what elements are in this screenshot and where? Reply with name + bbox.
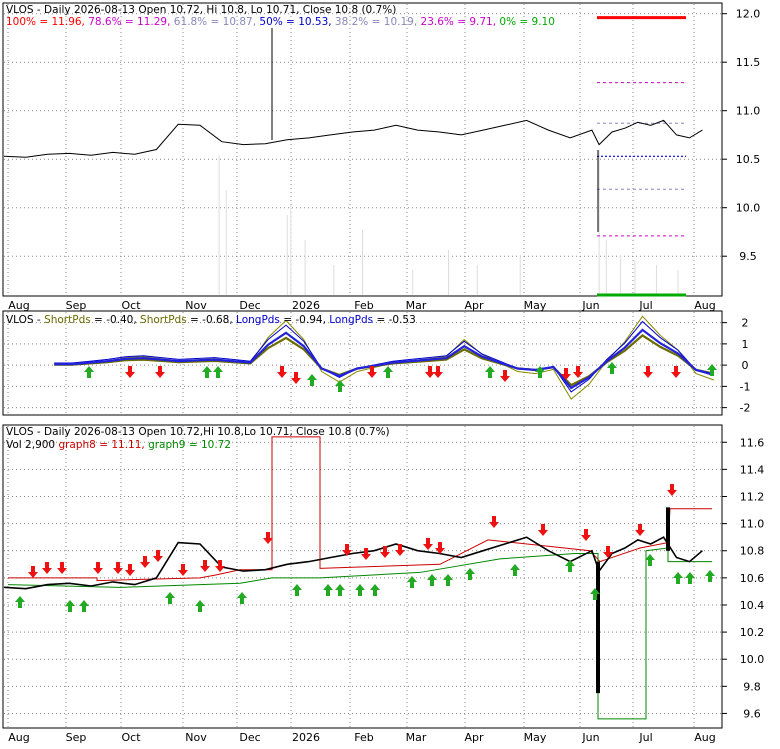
signal-ytick-label: 11.2 (740, 491, 765, 504)
signal-xtick-label: Jul (638, 731, 652, 744)
osc-ytick-label: -1 (740, 380, 751, 393)
signal-legend-entry: Vol 2,900 (6, 439, 55, 451)
signal-ytick-label: 10.4 (740, 599, 765, 612)
osc-title-part: = -0.40, (91, 314, 140, 326)
price-xtick-label: Oct (121, 299, 141, 312)
signal-xtick-label: Feb (354, 731, 373, 744)
fib-legend-entry: 0% = 9.10 (496, 16, 555, 28)
fibonacci-legend: 100% = 11.96, 78.6% = 11.29, 61.8% = 10.… (6, 16, 555, 28)
signal-panel-legend: Vol 2,900 graph8 = 11.11, graph9 = 10.72 (6, 439, 231, 451)
price-xtick-label: May (524, 299, 547, 312)
signal-legend-entry: graph9 = 10.72 (145, 439, 231, 451)
price-xtick-label: Feb (354, 299, 373, 312)
osc-ytick-label: 0 (742, 359, 749, 372)
signal-ytick-label: 10.8 (740, 545, 765, 558)
signal-ytick-label: 10.6 (740, 572, 765, 585)
price-xtick-label: 2026 (292, 299, 320, 312)
price-xtick-label: Jul (638, 299, 652, 312)
price-panel-y-axis: 12.0 11.5 11.0 10.5 10.0 9.5 (722, 8, 761, 263)
signal-ytick-label: 10.0 (740, 653, 765, 666)
signal-panel-title: VLOS - Daily 2026-08-13 Open 10.72,Hi 10… (6, 426, 390, 438)
signal-ytick-label: 11.0 (740, 518, 765, 531)
osc-title-part: ShortPds (44, 314, 91, 326)
price-xtick-label: Aug (694, 299, 715, 312)
signal-xtick-label: 2026 (292, 731, 320, 744)
price-xtick-label: Aug (8, 299, 29, 312)
signal-ytick-label: 11.6 (740, 436, 765, 449)
price-xtick-label: Apr (464, 299, 484, 312)
signal-xtick-label: Jun (581, 731, 599, 744)
signal-panel-frame (2, 424, 723, 729)
price-xtick-label: Jun (581, 299, 599, 312)
signal-xtick-label: Sep (66, 731, 87, 744)
signal-panel-x-axis: Aug Sep Oct Nov Dec 2026 Feb Mar Apr May Jun Jul Aug (8, 731, 715, 744)
osc-title-part: LongPds (329, 314, 373, 326)
osc-title-part: LongPds (236, 314, 280, 326)
signal-xtick-label: Apr (464, 731, 484, 744)
oscillator-panel-y-axis: 2 1 0 -1 -2 (722, 317, 750, 415)
fib-legend-entry: 78.6% = 11.29, (85, 16, 171, 28)
osc-title-part: = -0.94, (280, 314, 329, 326)
signal-ytick-label: 10.2 (740, 626, 765, 639)
fib-legend-entry: 38.2% = 10.19, (332, 16, 418, 28)
price-xtick-label: Nov (185, 299, 207, 312)
price-ytick-label: 9.5 (739, 250, 757, 263)
price-xtick-label: Dec (239, 299, 260, 312)
fib-legend-entry: 100% = 11.96, (6, 16, 85, 28)
chart-svg: 12.0 11.5 11.0 10.5 10.0 9.5 Aug Sep Oct Nov Dec 2… (2, 2, 764, 744)
signal-xtick-label: Nov (185, 731, 207, 744)
signal-panel-y-axis: 11.6 11.4 11.2 11.0 10.8 10.6 10.4 10.2 10.0 9.8 9… (722, 436, 764, 720)
signal-xtick-label: Aug (694, 731, 715, 744)
price-panel-x-axis: Aug Sep Oct Nov Dec 2026 Feb Mar Apr May Jun Jul Aug (8, 299, 715, 312)
osc-ytick-label: -2 (740, 402, 751, 415)
osc-ytick-label: 1 (742, 338, 749, 351)
price-ytick-label: 10.5 (736, 153, 761, 166)
fib-legend-entry: 50% = 10.53, (256, 16, 332, 28)
signal-xtick-label: May (524, 731, 547, 744)
osc-title-part: ShortPds (140, 314, 187, 326)
price-xtick-label: Mar (406, 299, 427, 312)
osc-title-part: = -0.68, (187, 314, 236, 326)
stock-chart: 12.0 11.5 11.0 10.5 10.0 9.5 Aug Sep Oct Nov Dec 2… (0, 0, 780, 745)
price-ytick-label: 11.0 (736, 105, 761, 118)
signal-xtick-label: Mar (406, 731, 427, 744)
signal-ytick-label: 9.6 (743, 707, 761, 720)
price-ytick-label: 11.5 (736, 56, 761, 69)
signal-ytick-label: 11.4 (740, 463, 765, 476)
fib-legend-entry: 23.6% = 9.71, (417, 16, 496, 28)
signal-xtick-label: Dec (239, 731, 260, 744)
osc-title-part: VLOS - (6, 314, 44, 326)
oscillator-panel-frame (2, 310, 723, 416)
osc-title-part: = -0.53 (373, 314, 416, 326)
price-ytick-label: 10.0 (736, 202, 761, 215)
price-xtick-label: Sep (66, 299, 87, 312)
price-ytick-label: 12.0 (736, 8, 761, 21)
signal-xtick-label: Oct (121, 731, 141, 744)
price-panel-title: VLOS - Daily 2026-08-13 Open 10.72, Hi 1… (6, 4, 396, 16)
signal-ytick-label: 9.8 (743, 680, 761, 693)
fib-legend-entry: 61.8% = 10.87, (170, 16, 256, 28)
signal-legend-entry: graph8 = 11.11, (55, 439, 145, 451)
osc-ytick-label: 2 (742, 317, 749, 330)
signal-xtick-label: Aug (8, 731, 29, 744)
oscillator-panel-title: VLOS - ShortPds = -0.40, ShortPds = -0.6… (6, 314, 416, 326)
